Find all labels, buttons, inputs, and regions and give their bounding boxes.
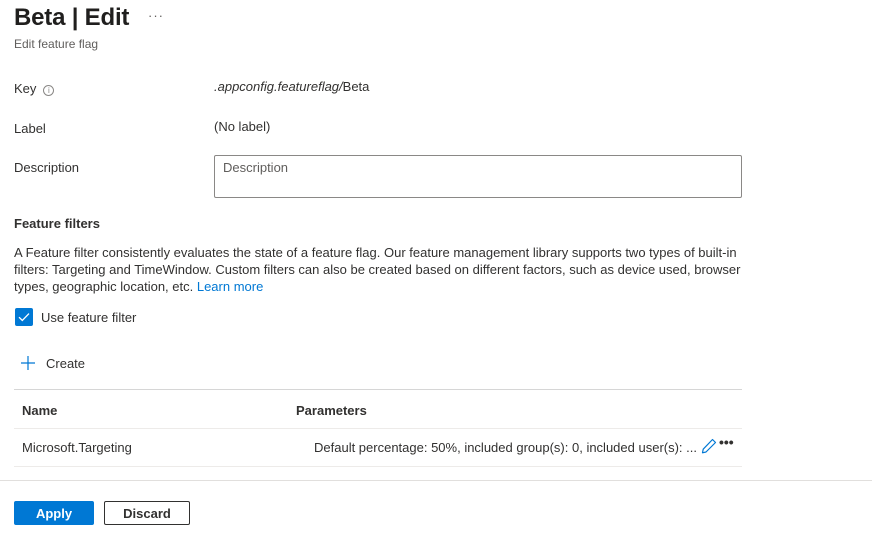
more-icon[interactable]: •••	[719, 434, 734, 450]
description-label: Description	[14, 160, 80, 175]
filter-parameters: Default percentage: 50%, included group(…	[314, 440, 697, 455]
discard-button[interactable]: Discard	[104, 501, 190, 525]
info-icon[interactable]: i	[43, 85, 55, 96]
key-value-prefix: .appconfig.featureflag/	[214, 79, 343, 94]
feature-filters-grid: Name Parameters Microsoft.Targeting Defa…	[14, 389, 742, 467]
page-title: Beta | Edit	[14, 4, 130, 31]
table-row[interactable]: Microsoft.Targeting Default percentage: …	[14, 429, 742, 466]
more-actions-button[interactable]: ···	[148, 8, 164, 23]
checkbox-checked-icon[interactable]	[15, 308, 33, 326]
label-value: (No label)	[214, 119, 271, 134]
create-filter-button[interactable]: Create	[20, 355, 85, 371]
page-subtitle: Edit feature flag	[14, 37, 99, 51]
footer-divider	[0, 480, 872, 481]
description-input[interactable]	[214, 155, 742, 198]
edit-feature-flag-page: Beta | Edit ··· Edit feature flag Key i .…	[0, 0, 872, 536]
pencil-icon[interactable]	[700, 437, 718, 455]
column-header-parameters[interactable]: Parameters	[296, 403, 367, 418]
key-label: Key i	[14, 81, 55, 96]
feature-filters-heading: Feature filters	[14, 216, 100, 231]
use-feature-filter-label: Use feature filter	[41, 309, 137, 325]
feature-filters-description: A Feature filter consistently evaluates …	[14, 244, 754, 295]
key-label-text: Key	[14, 81, 37, 96]
key-value: .appconfig.featureflag/Beta	[214, 79, 369, 94]
filter-name: Microsoft.Targeting	[22, 440, 132, 455]
label-label: Label	[14, 121, 46, 136]
grid-header-row: Name Parameters	[14, 390, 742, 428]
plus-icon	[21, 356, 35, 370]
column-header-name[interactable]: Name	[22, 403, 57, 418]
use-feature-filter-checkbox[interactable]: Use feature filter	[15, 308, 136, 326]
grid-row-divider	[14, 466, 742, 467]
apply-button[interactable]: Apply	[14, 501, 94, 525]
feature-filters-text: A Feature filter consistently evaluates …	[14, 245, 741, 294]
key-value-suffix: Beta	[342, 79, 370, 94]
learn-more-link[interactable]: Learn more	[197, 279, 263, 294]
create-label: Create	[46, 355, 86, 371]
